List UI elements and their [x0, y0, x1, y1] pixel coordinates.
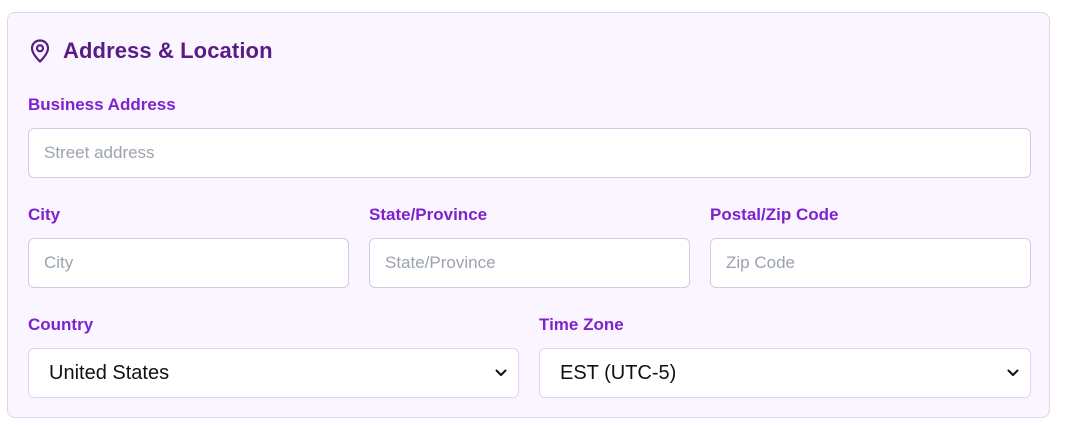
city-input[interactable]	[28, 238, 349, 288]
zip-code-input[interactable]	[710, 238, 1031, 288]
street-address-input[interactable]	[28, 128, 1031, 178]
chevron-down-icon	[494, 366, 508, 380]
country-label: Country	[28, 315, 94, 334]
section-title: Address & Location	[63, 38, 273, 63]
time-zone-selected-value: EST (UTC-5)	[560, 361, 677, 384]
country-selected-value: United States	[49, 361, 170, 384]
time-zone-select[interactable]: EST (UTC-5)	[539, 348, 1031, 398]
postal-zip-label: Postal/Zip Code	[710, 205, 839, 224]
business-address-label: Business Address	[28, 95, 176, 114]
state-province-label: State/Province	[369, 205, 488, 224]
section-header: Address & Location	[28, 37, 273, 65]
country-select[interactable]: United States	[28, 348, 519, 398]
address-location-card: Address & Location Business Address City…	[7, 12, 1050, 418]
chevron-down-icon	[1006, 366, 1020, 380]
city-label: City	[28, 205, 61, 224]
state-province-input[interactable]	[369, 238, 690, 288]
time-zone-label: Time Zone	[539, 315, 624, 334]
map-pin-icon	[28, 39, 52, 63]
